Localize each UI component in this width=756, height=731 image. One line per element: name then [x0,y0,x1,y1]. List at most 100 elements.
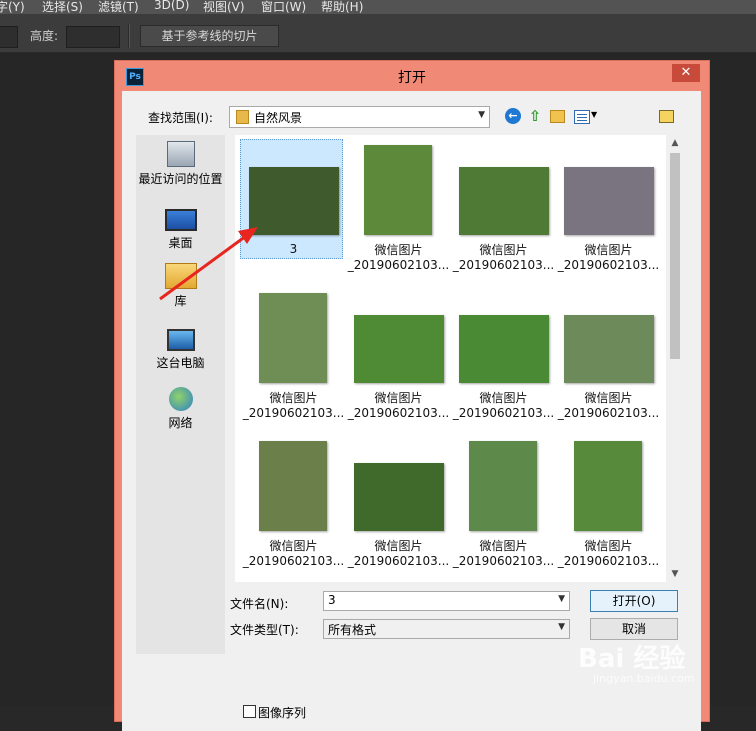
menu-filter[interactable]: 滤镜(T) [98,0,139,15]
thumbnail [564,167,654,235]
thumbnail [259,293,327,383]
chevron-down-icon: ▼ [478,110,485,120]
file-name-value: 3 [328,593,336,607]
thumbnail [574,441,642,531]
desktop-icon [164,209,197,231]
menu-3d[interactable]: 3D(D) [154,0,189,12]
file-name: 3 [289,242,298,256]
view-caret-icon[interactable]: ▼ [591,110,597,119]
open-button[interactable]: 打开(O) [590,590,678,612]
file-item[interactable]: 微信图片 _20190602103... [556,141,661,281]
file-item[interactable]: 微信图片 _20190602103... [451,141,556,281]
file-name-line1: 微信图片 [269,539,318,553]
thumbnail [364,145,432,235]
look-in-dropdown[interactable]: 自然风景 ▼ [229,106,490,128]
file-item[interactable]: 微信图片 _20190602103... [346,141,451,281]
menu-help[interactable]: 帮助(H) [321,0,363,15]
menu-window[interactable]: 窗口(W) [261,0,306,15]
width-field[interactable] [0,26,18,48]
place-label: 网络 [168,416,193,430]
menu-view[interactable]: 视图(V) [203,0,245,15]
baidu-watermark: Bai 经验 [578,644,686,674]
thumbnail [469,441,537,531]
file-name-line2: _20190602103... [347,406,450,420]
file-name-line1: 微信图片 [479,391,528,405]
file-name-line2: _20190602103... [242,554,345,568]
thumbnail [354,315,444,383]
scroll-up-icon[interactable]: ▲ [666,135,684,151]
file-name-line1: 微信图片 [374,539,423,553]
file-item[interactable]: 微信图片 _20190602103... [556,289,661,429]
place-this-pc[interactable]: 这台电脑 [136,327,225,371]
file-type-label: 文件类型(T): [230,623,299,637]
scrollbar-thumb[interactable] [670,153,680,359]
cancel-button[interactable]: 取消 [590,618,678,640]
file-list: 3 微信图片 _20190602103... 微信图片 _20190602103… [235,135,684,582]
place-desktop[interactable]: 桌面 [136,205,225,251]
thumbnail [459,167,549,235]
file-type-dropdown[interactable]: 所有格式 ▼ [323,619,570,639]
folder-icon [236,110,249,124]
image-sequence-checkbox[interactable] [243,705,256,718]
place-label: 最近访问的位置 [138,172,223,186]
file-name-line2: _20190602103... [452,258,555,272]
file-name-line1: 微信图片 [584,243,633,257]
baidu-watermark-url: jingyan.baidu.com [593,672,695,685]
menu-select[interactable]: 选择(S) [42,0,83,15]
thumbnail [459,315,549,383]
file-name-line2: _20190602103... [347,554,450,568]
file-item[interactable]: 微信图片 _20190602103... [241,289,346,429]
file-name-line2: _20190602103... [557,554,660,568]
options-bar: 高度: 基于参考线的切片 [0,14,756,53]
slices-from-guides-button[interactable]: 基于参考线的切片 [140,25,279,47]
place-label: 库 [174,294,187,308]
place-label: 这台电脑 [156,356,205,370]
file-name-line2: _20190602103... [452,554,555,568]
image-sequence-option[interactable]: 图像序列 [243,704,306,721]
file-item[interactable]: 3 [240,139,343,259]
places-bar: 最近访问的位置 桌面 库 这台电脑 网络 [136,135,225,654]
dialog-title: 打开 [398,70,426,86]
file-name-line2: _20190602103... [452,406,555,420]
place-library[interactable]: 库 [136,263,225,309]
height-label: 高度: [30,29,59,43]
file-name-input[interactable]: 3 ▼ [323,591,570,611]
file-item[interactable]: 微信图片 _20190602103... [241,437,346,577]
file-item[interactable]: 微信图片 _20190602103... [451,289,556,429]
close-button[interactable]: ✕ [672,64,700,82]
file-name-line1: 微信图片 [479,539,528,553]
place-network[interactable]: 网络 [136,387,225,431]
up-folder-icon[interactable]: ⇧ [527,108,543,124]
recent-places-icon [166,141,195,167]
library-icon [164,263,197,289]
back-icon[interactable]: ← [505,108,521,124]
place-label: 桌面 [168,236,193,250]
chevron-down-icon[interactable]: ▼ [558,594,565,604]
file-name-line1: 微信图片 [269,391,318,405]
image-sequence-label: 图像序列 [258,706,307,720]
file-item[interactable]: 微信图片 _20190602103... [451,437,556,577]
height-field[interactable] [66,26,120,48]
file-name-line1: 微信图片 [479,243,528,257]
new-folder-icon[interactable] [550,110,565,123]
thumbnail [354,463,444,531]
file-item[interactable]: 微信图片 _20190602103... [346,289,451,429]
open-dialog: Ps 打开 ✕ 查找范围(I): 自然风景 ▼ ← ⇧ ▼ 最近访问的位置 桌面 [114,60,710,731]
thumbnail [564,315,654,383]
file-name-line1: 微信图片 [374,243,423,257]
file-list-scrollbar[interactable]: ▲ ▼ [666,135,684,582]
file-item[interactable]: 微信图片 _20190602103... [556,437,661,577]
look-in-value: 自然风景 [254,111,303,125]
file-name-line1: 微信图片 [584,391,633,405]
view-menu-icon[interactable] [574,110,590,124]
menu-item[interactable]: 字(Y) [0,0,25,15]
file-name-line1: 微信图片 [584,539,633,553]
camera-raw-icon[interactable] [659,110,674,123]
file-item[interactable]: 微信图片 _20190602103... [346,437,451,577]
dialog-body: 查找范围(I): 自然风景 ▼ ← ⇧ ▼ 最近访问的位置 桌面 库 这台电脑 … [122,91,701,731]
scroll-down-icon[interactable]: ▼ [666,566,684,582]
thumbnail [249,167,339,235]
file-name-label: 文件名(N): [230,597,289,611]
place-recent[interactable]: 最近访问的位置 [136,141,225,187]
file-name-line2: _20190602103... [557,406,660,420]
